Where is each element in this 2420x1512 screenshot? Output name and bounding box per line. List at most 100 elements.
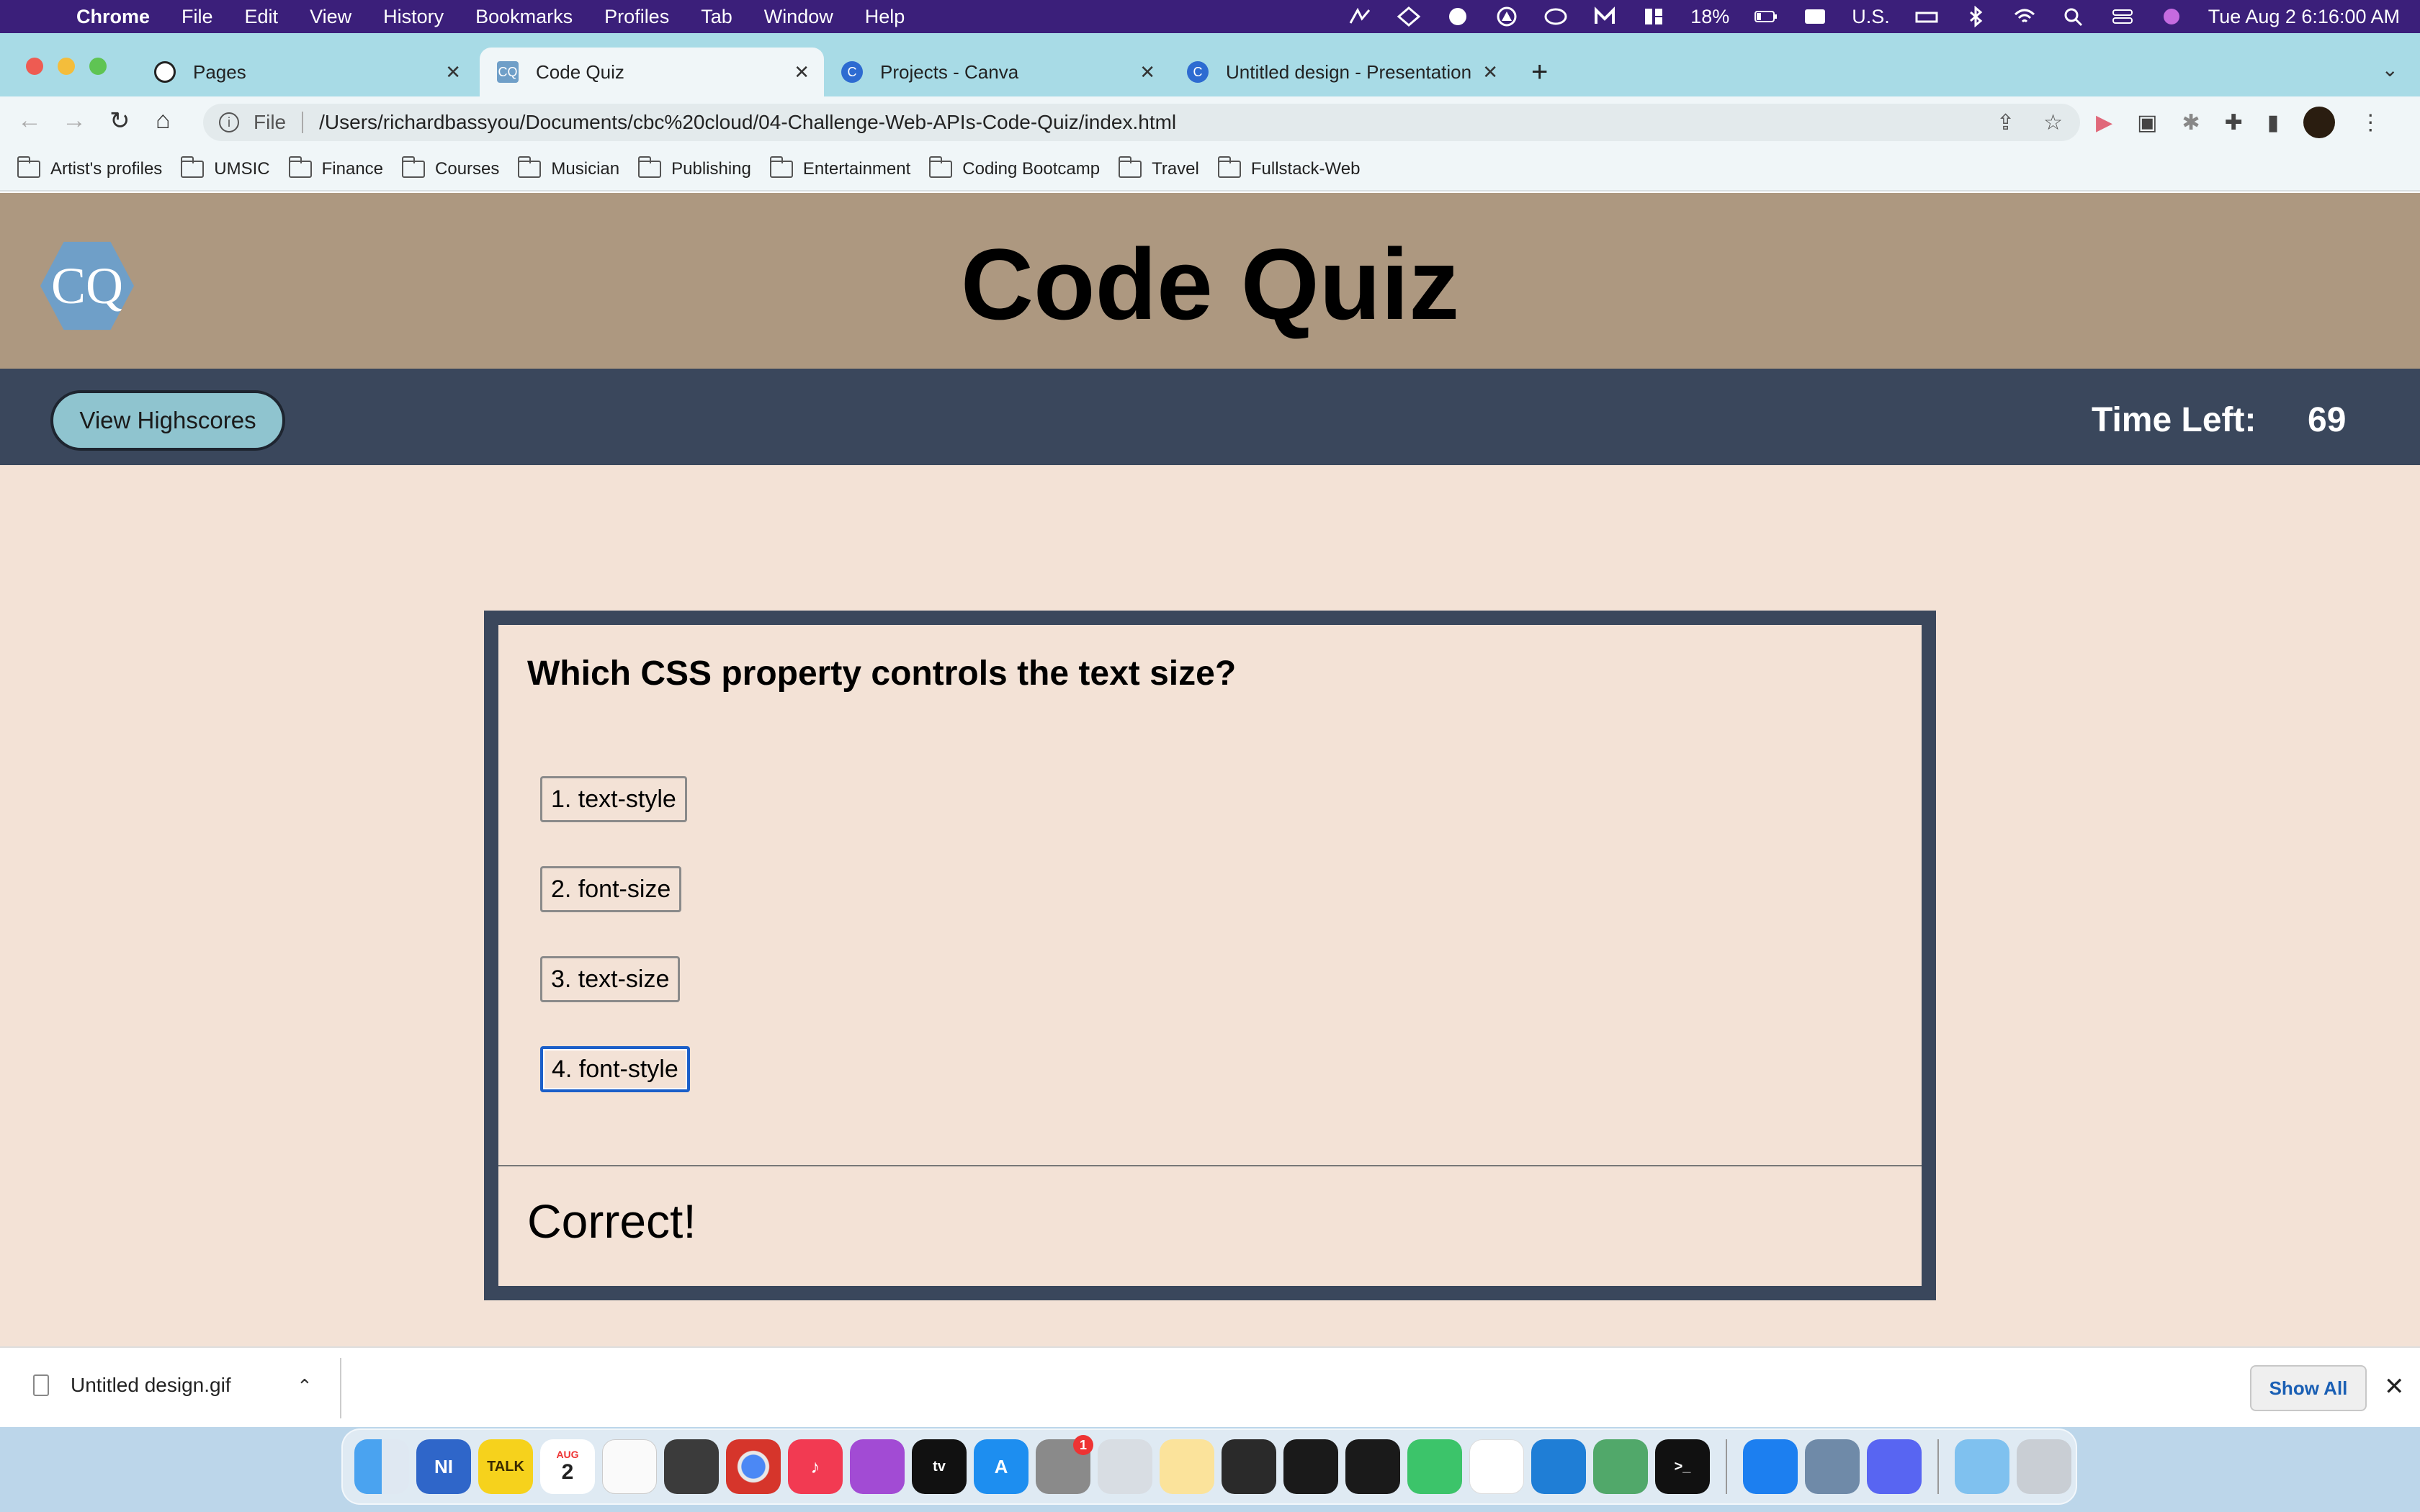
chrome-icon[interactable] — [726, 1439, 781, 1494]
address-bar[interactable]: i File /Users/richardbassyou/Documents/c… — [203, 104, 2080, 141]
safari-icon[interactable] — [1743, 1439, 1798, 1494]
bookmark-folder[interactable]: UMSIC — [181, 156, 270, 179]
answer-button-1[interactable]: 1. text-style — [540, 776, 687, 822]
menu-tab[interactable]: Tab — [701, 6, 732, 28]
control-center-icon[interactable] — [2110, 6, 2135, 27]
vscode-icon[interactable] — [1531, 1439, 1586, 1494]
menu-file[interactable]: File — [182, 6, 213, 28]
tab-close-icon[interactable]: ✕ — [794, 61, 810, 84]
forward-button[interactable]: → — [62, 107, 86, 135]
tab-projects-canva[interactable]: C Projects - Canva ✕ — [824, 48, 1170, 96]
finder-icon[interactable] — [354, 1439, 409, 1494]
downloads-folder-icon[interactable] — [1955, 1439, 2009, 1494]
window-close-button[interactable] — [26, 58, 43, 75]
address-url[interactable]: /Users/richardbassyou/Documents/cbc%20cl… — [319, 111, 1176, 134]
tab-close-icon[interactable]: ✕ — [445, 61, 461, 84]
facetime-icon[interactable] — [1407, 1439, 1462, 1494]
tab-code-quiz[interactable]: CQ Code Quiz ✕ — [480, 48, 824, 96]
tab-search-chevron-icon[interactable]: ⌄ — [2382, 58, 2398, 81]
show-all-downloads-button[interactable]: Show All — [2250, 1365, 2367, 1411]
widgets-icon[interactable] — [1641, 6, 1666, 27]
menu-help[interactable]: Help — [865, 6, 905, 28]
kakaotalk-icon[interactable]: TALK — [478, 1439, 533, 1494]
extension-camera-icon[interactable]: ▣ — [2137, 110, 2157, 135]
atom-icon[interactable] — [1593, 1439, 1648, 1494]
bookmark-folder[interactable]: Travel — [1119, 156, 1199, 179]
disk-utility-icon[interactable] — [664, 1439, 719, 1494]
battery-icon[interactable] — [1754, 6, 1778, 27]
window-minimize-button[interactable] — [58, 58, 75, 75]
notes-icon[interactable] — [1160, 1439, 1214, 1494]
menu-edit[interactable]: Edit — [245, 6, 279, 28]
download-item[interactable]: Untitled design.gif — [33, 1374, 231, 1397]
site-info-icon[interactable]: i — [219, 112, 239, 132]
bluetooth-icon[interactable] — [1963, 6, 1988, 27]
system-preferences-icon[interactable]: 1 — [1036, 1435, 1093, 1494]
answer-button-2[interactable]: 2. font-size — [540, 866, 682, 912]
reminders-icon[interactable] — [602, 1439, 657, 1494]
siri-icon[interactable] — [2159, 6, 2184, 27]
side-panel-icon[interactable]: ▮ — [2267, 110, 2280, 135]
wifi-icon[interactable] — [2012, 6, 2037, 27]
bookmark-folder[interactable]: Publishing — [638, 156, 751, 179]
tab-close-icon[interactable]: ✕ — [1139, 61, 1155, 84]
download-options-chevron-icon[interactable]: ⌃ — [297, 1375, 313, 1398]
chrome-menu-icon[interactable]: ⋮ — [2360, 110, 2381, 135]
music-notation-app-icon[interactable] — [1222, 1439, 1276, 1494]
trash-icon[interactable] — [2017, 1439, 2071, 1494]
bookmark-folder[interactable]: Fullstack-Web — [1217, 156, 1360, 179]
discord-icon[interactable] — [1867, 1439, 1922, 1494]
ua-connect-icon[interactable] — [1345, 1439, 1400, 1494]
window-zoom-button[interactable] — [89, 58, 107, 75]
view-highscores-button[interactable]: View Highscores — [50, 390, 285, 451]
creative-cloud-icon[interactable] — [1543, 6, 1568, 27]
new-tab-button[interactable]: + — [1531, 56, 1548, 89]
menu-window[interactable]: Window — [764, 6, 833, 28]
mk-icon[interactable] — [1446, 6, 1470, 27]
music-icon[interactable]: ♪ — [788, 1439, 843, 1494]
input-source-flag-icon[interactable] — [1803, 6, 1827, 27]
native-instruments-icon[interactable]: NI — [416, 1439, 471, 1494]
bookmark-folder[interactable]: Musician — [518, 156, 619, 179]
apple-tv-icon[interactable]: tv — [912, 1439, 967, 1494]
profile-avatar[interactable] — [2303, 107, 2336, 138]
answer-button-4[interactable]: 4. font-style — [540, 1046, 690, 1092]
menu-bar-clock[interactable]: Tue Aug 2 6:16:00 AM — [2208, 6, 2400, 28]
reload-button[interactable]: ↻ — [109, 107, 130, 135]
menu-view[interactable]: View — [310, 6, 351, 28]
calendar-icon[interactable]: AUG 2 — [540, 1439, 595, 1494]
extension-record-icon[interactable]: ▶ — [2096, 110, 2112, 135]
extension-bug-icon[interactable]: ✱ — [2182, 110, 2200, 135]
bookmark-folder[interactable]: Coding Bootcamp — [929, 156, 1100, 179]
utility-app-icon[interactable] — [1098, 1439, 1152, 1494]
ua-icon[interactable] — [1397, 6, 1421, 27]
bookmark-folder[interactable]: Courses — [402, 156, 499, 179]
podcasts-icon[interactable] — [850, 1439, 905, 1494]
m-app-icon[interactable] — [1592, 6, 1617, 27]
terminal-icon[interactable]: >_ — [1655, 1439, 1710, 1494]
answer-button-3[interactable]: 3. text-size — [540, 956, 681, 1002]
app-store-icon[interactable]: A — [974, 1439, 1028, 1494]
bookmark-folder[interactable]: Finance — [288, 156, 383, 179]
bed-icon[interactable] — [1914, 6, 1939, 27]
home-button[interactable]: ⌂ — [156, 107, 171, 135]
slack-icon[interactable] — [1469, 1439, 1524, 1494]
extensions-puzzle-icon[interactable]: ✚ — [2225, 110, 2243, 135]
ua-console-icon[interactable] — [1283, 1439, 1338, 1494]
bookmark-star-icon[interactable]: ☆ — [2043, 110, 2063, 135]
bookmark-folder[interactable]: Entertainment — [769, 156, 910, 179]
tab-untitled-design[interactable]: C Untitled design - Presentation ✕ — [1170, 48, 1512, 96]
spotlight-search-icon[interactable] — [2061, 6, 2086, 27]
close-download-shelf-icon[interactable]: ✕ — [2384, 1372, 2405, 1401]
menu-app-chrome[interactable]: Chrome — [76, 6, 150, 28]
share-icon[interactable]: ⇪ — [1996, 110, 2015, 135]
signal-icon[interactable] — [1348, 6, 1372, 27]
tab-pages[interactable]: Pages ✕ — [137, 48, 475, 96]
menu-history[interactable]: History — [383, 6, 444, 28]
bookmark-folder[interactable]: Artist's profiles — [17, 156, 162, 179]
vpn-icon[interactable] — [1494, 6, 1519, 27]
tab-close-icon[interactable]: ✕ — [1482, 61, 1498, 84]
menu-bookmarks[interactable]: Bookmarks — [475, 6, 573, 28]
menu-profiles[interactable]: Profiles — [604, 6, 669, 28]
back-button[interactable]: ← — [17, 107, 42, 135]
